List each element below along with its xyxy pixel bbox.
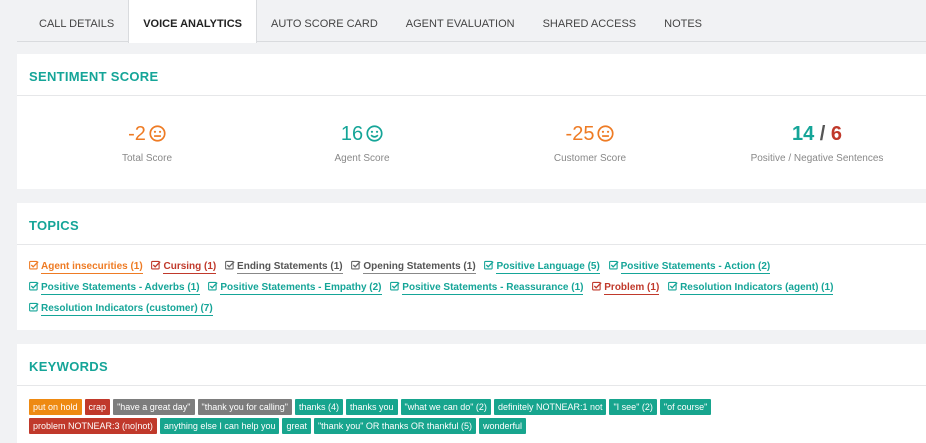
- keyword-tag[interactable]: "thank you" OR thanks OR thankful (5): [313, 418, 476, 434]
- topic-item[interactable]: Agent insecurities (1): [29, 260, 143, 274]
- topic-item[interactable]: Positive Language (5): [484, 260, 600, 274]
- topic-label: Problem (1): [604, 282, 660, 295]
- keywords-panel: KEYWORDS put on hold crap "have a great da…: [17, 344, 926, 443]
- total-score-value: -2: [128, 123, 146, 145]
- checkbox-checked-icon[interactable]: [225, 258, 235, 278]
- checkbox-checked-icon[interactable]: [484, 258, 495, 278]
- keyword-row: put on hold crap "have a great day" "thank …: [29, 399, 916, 415]
- checkbox-checked-icon[interactable]: [29, 300, 39, 320]
- keyword-tag[interactable]: problem NOTNEAR:3 (no|not): [29, 418, 157, 434]
- agent-score-value: 16: [340, 123, 364, 145]
- keyword-tag[interactable]: thanks (4): [294, 399, 343, 415]
- keyword-tag[interactable]: "have a great day": [113, 399, 195, 415]
- topic-item[interactable]: Ending Statements (1): [225, 260, 343, 274]
- checkbox-checked-icon[interactable]: [208, 279, 219, 299]
- keyword-tag[interactable]: "of course": [659, 399, 712, 415]
- tab-auto-score-card[interactable]: AUTO SCORE CARD: [257, 0, 392, 42]
- topic-label: Positive Statements - Empathy (2): [220, 282, 382, 295]
- positive-sentences-value: 14: [791, 123, 815, 145]
- sentiment-score-panel: SENTIMENT SCORE -2 Total Score 16 Agent …: [17, 54, 926, 189]
- keyword-tag[interactable]: great: [282, 418, 311, 434]
- keyword-tag[interactable]: crap: [84, 399, 111, 415]
- keyword-tag[interactable]: "what we can do" (2): [400, 399, 491, 415]
- keyword-tag[interactable]: thanks you: [345, 399, 398, 415]
- keyword-tag[interactable]: anything else I can help you: [159, 418, 280, 434]
- neutral-face-icon: [597, 125, 615, 142]
- tab-call-details[interactable]: CALL DETAILS: [17, 0, 128, 42]
- tab-shared-access[interactable]: SHARED ACCESS: [529, 0, 651, 42]
- sentences-separator: /: [819, 123, 826, 145]
- keyword-tag[interactable]: put on hold: [29, 399, 82, 415]
- topic-item[interactable]: Positive Statements - Empathy (2): [208, 281, 382, 295]
- topic-label: Positive Statements - Adverbs (1): [41, 282, 200, 295]
- topic-label: Resolution Indicators (customer) (7): [41, 303, 213, 316]
- topic-label: Positive Statements - Action (2): [620, 261, 771, 274]
- tab-voice-analytics[interactable]: VOICE ANALYTICS: [128, 0, 258, 43]
- topics-title: TOPICS: [17, 203, 926, 245]
- happy-face-icon: [366, 125, 383, 142]
- topic-item[interactable]: Cursing (1): [151, 260, 217, 274]
- tab-bar: CALL DETAILS VOICE ANALYTICS AUTO SCORE …: [17, 0, 926, 43]
- topic-item[interactable]: Problem (1): [592, 281, 660, 295]
- keyword-tag[interactable]: "I see" (2): [609, 399, 657, 415]
- customer-score-value: -25: [565, 123, 595, 145]
- topics-list: Agent insecurities (1) Cursing (1) Endin…: [17, 245, 926, 320]
- keyword-tag[interactable]: wonderful: [478, 418, 526, 434]
- keywords-list: put on hold crap "have a great day" "thank …: [17, 386, 926, 434]
- topic-label: Opening Statements (1): [363, 261, 476, 274]
- customer-score: -25 Customer Score: [480, 122, 700, 164]
- checkbox-checked-icon[interactable]: [351, 258, 362, 278]
- topic-item[interactable]: Opening Statements (1): [351, 260, 476, 274]
- topic-label: Resolution Indicators (agent) (1): [680, 282, 834, 295]
- topic-item[interactable]: Positive Statements - Reassurance (1): [390, 281, 584, 295]
- agent-score: 16 Agent Score: [252, 122, 472, 164]
- topic-item[interactable]: Resolution Indicators (customer) (7): [29, 302, 213, 316]
- topic-item[interactable]: Resolution Indicators (agent) (1): [668, 281, 834, 295]
- neutral-face-icon: [149, 125, 166, 142]
- sentiment-score-title: SENTIMENT SCORE: [17, 54, 926, 96]
- agent-score-label: Agent Score: [334, 153, 390, 164]
- sentences-label: Positive / Negative Sentences: [750, 153, 884, 164]
- negative-sentences-value: 6: [830, 123, 843, 145]
- checkbox-checked-icon[interactable]: [29, 258, 39, 278]
- topic-item[interactable]: Positive Statements - Adverbs (1): [29, 281, 200, 295]
- topic-label: Ending Statements (1): [237, 261, 343, 274]
- total-score: -2 Total Score: [37, 122, 257, 164]
- checkbox-checked-icon[interactable]: [29, 279, 39, 299]
- keyword-row: problem NOTNEAR:3 (no|not) anything else …: [29, 418, 916, 434]
- keyword-tag[interactable]: "thank you for calling": [197, 399, 292, 415]
- checkbox-checked-icon[interactable]: [592, 279, 602, 299]
- topic-label: Positive Language (5): [496, 261, 600, 274]
- sentences-score: 14 / 6 Positive / Negative Sentences: [707, 122, 926, 164]
- topic-label: Agent insecurities (1): [41, 261, 143, 274]
- tab-notes[interactable]: NOTES: [650, 0, 716, 42]
- topics-panel: TOPICS Agent insecurities (1) Cursing (1…: [17, 203, 926, 330]
- topic-label: Cursing (1): [163, 261, 217, 274]
- checkbox-checked-icon[interactable]: [151, 258, 162, 278]
- customer-score-label: Customer Score: [553, 153, 627, 164]
- total-score-label: Total Score: [121, 153, 173, 164]
- checkbox-checked-icon[interactable]: [668, 279, 678, 299]
- checkbox-checked-icon[interactable]: [608, 258, 619, 278]
- checkbox-checked-icon[interactable]: [390, 279, 400, 299]
- keyword-tag[interactable]: definitely NOTNEAR:1 not: [493, 399, 607, 415]
- tab-agent-evaluation[interactable]: AGENT EVALUATION: [392, 0, 529, 42]
- topic-label: Positive Statements - Reassurance (1): [402, 282, 584, 295]
- keywords-title: KEYWORDS: [17, 344, 926, 386]
- topic-item[interactable]: Positive Statements - Action (2): [608, 260, 771, 274]
